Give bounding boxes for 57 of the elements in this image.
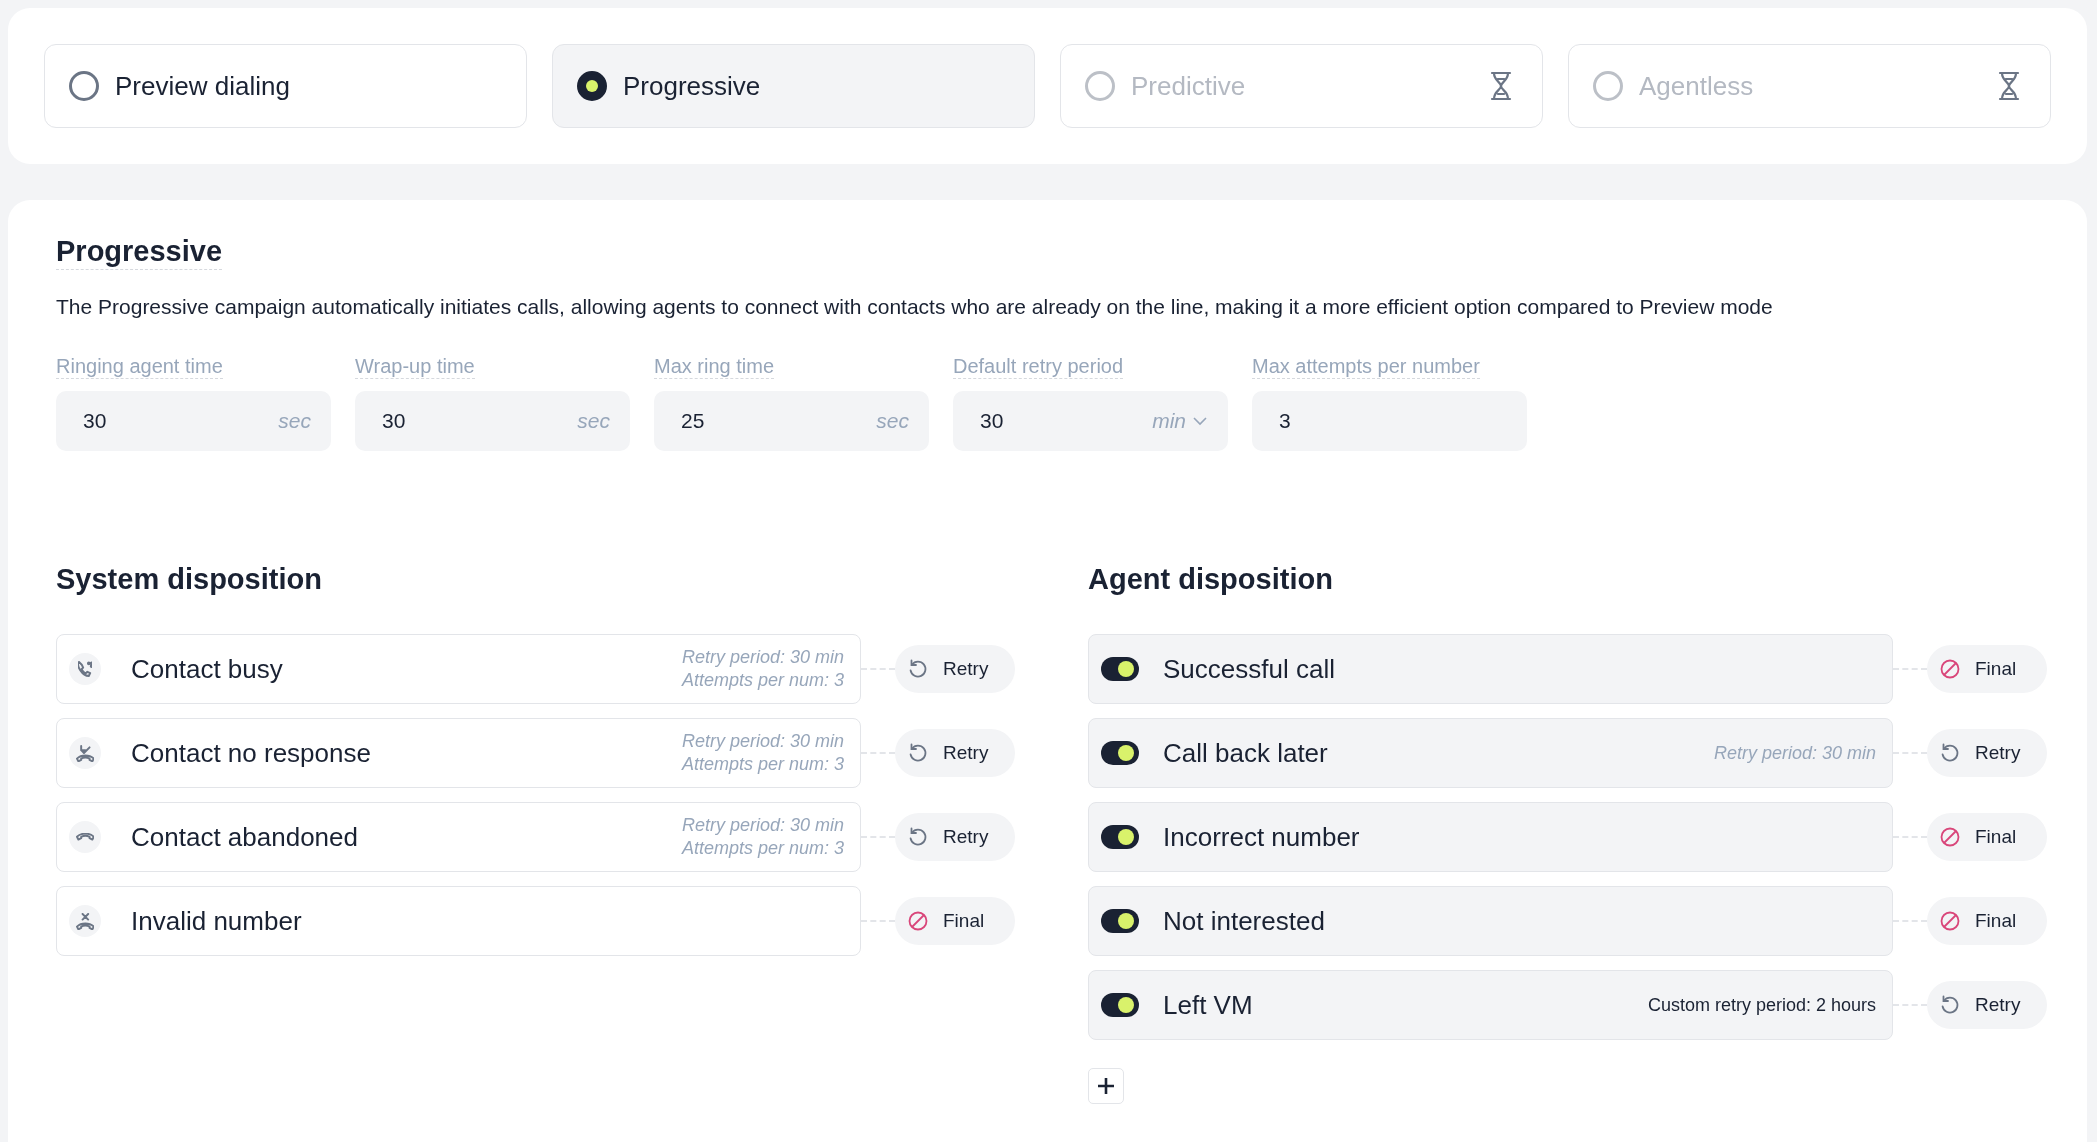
dialing-mode-option[interactable]: Preview dialing: [44, 44, 527, 128]
prohibited-icon: [1939, 826, 1961, 849]
retry-tag[interactable]: Retry: [895, 729, 1015, 778]
input-field[interactable]: 3: [1252, 391, 1527, 452]
dialing-mode-option[interactable]: Progressive: [552, 44, 1035, 128]
prohibited-icon: [1939, 658, 1961, 681]
retry-tag[interactable]: Retry: [895, 813, 1015, 862]
select-field[interactable]: 30 min: [953, 391, 1228, 452]
toggle-switch[interactable]: [1101, 741, 1139, 766]
add-button[interactable]: [1088, 1068, 1124, 1105]
disposition-name: Successful call: [1163, 653, 1336, 685]
column-title: System disposition: [56, 563, 323, 597]
phone-icon: [75, 833, 95, 841]
input-field[interactable]: 30 sec: [355, 391, 630, 452]
prohibited-icon: [1939, 910, 1961, 933]
phone-icon: [75, 912, 95, 930]
retry-details: Retry period: 30 min Attempts per num: 3: [681, 813, 844, 861]
phone-icon: [75, 744, 95, 762]
field-label: Wrap-up time: [355, 355, 475, 380]
column-title: Agent disposition: [1088, 563, 1334, 597]
disposition-name: Call back later: [1163, 737, 1329, 769]
toggle-switch[interactable]: [1101, 825, 1139, 850]
chevron-down-icon: [1192, 416, 1208, 427]
field-label: Default retry period: [953, 355, 1124, 380]
section-description: The Progressive campaign automatically initiates calls, allowing agents to connect with contacts who are already on the line, making it a more efficient option compared to Preview mode: [56, 293, 1774, 320]
hourglass-icon: [1490, 71, 1512, 101]
disposition-name: Not interested: [1163, 905, 1326, 937]
retry-tag[interactable]: Retry: [1927, 729, 2047, 778]
disposition-name: Contact no response: [131, 737, 372, 769]
disposition-name: Incorrect number: [1163, 821, 1361, 853]
disposition-name: Contact abandoned: [131, 821, 359, 853]
retry-note: Custom retry period: 2 hours: [1647, 994, 1876, 1016]
field-label: Max ring time: [654, 355, 775, 380]
plus-icon: [1097, 1077, 1115, 1096]
final-tag[interactable]: Final: [1927, 645, 2047, 694]
final-tag[interactable]: Final: [1927, 813, 2047, 862]
input-field[interactable]: 25 sec: [654, 391, 929, 452]
toggle-switch[interactable]: [1101, 993, 1139, 1018]
disposition-name: Contact busy: [131, 653, 284, 685]
retry-details: Retry period: 30 min Attempts per num: 3: [681, 729, 844, 777]
section-title: Progressive: [56, 234, 223, 270]
input-field[interactable]: 30 sec: [56, 391, 331, 452]
final-tag[interactable]: Final: [895, 897, 1015, 946]
phone-icon: [77, 661, 93, 678]
retry-details: Retry period: 30 min Attempts per num: 3: [681, 645, 844, 693]
disposition-name: Invalid number: [131, 905, 303, 937]
final-tag[interactable]: Final: [1927, 897, 2047, 946]
field-label: Ringing agent time: [56, 355, 223, 380]
toggle-switch[interactable]: [1101, 657, 1139, 682]
retry-tag[interactable]: Retry: [895, 645, 1015, 694]
prohibited-icon: [907, 910, 929, 933]
retry-tag[interactable]: Retry: [1927, 981, 2047, 1030]
hourglass-icon: [1998, 71, 2020, 101]
disposition-name: Left VM: [1163, 989, 1254, 1021]
field-label: Max attempts per number: [1252, 355, 1480, 380]
retry-note: Retry period: 30 min: [1713, 742, 1876, 764]
toggle-switch[interactable]: [1101, 909, 1139, 934]
